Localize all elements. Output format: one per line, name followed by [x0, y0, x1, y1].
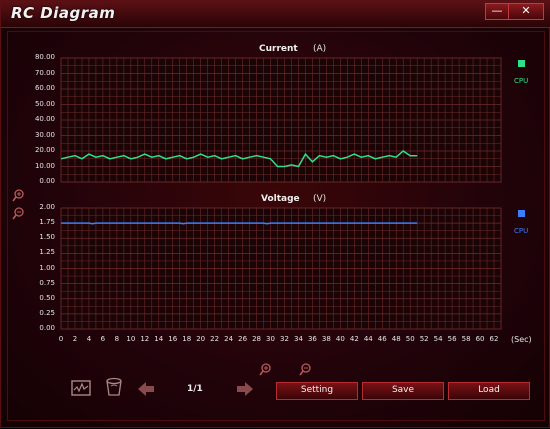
voltage-y-tick-label: 1.00: [39, 263, 55, 272]
x-tick-label: 6: [100, 335, 106, 343]
x-tick-label: 4: [86, 335, 92, 343]
x-tick-label: 12: [140, 335, 150, 343]
x-tick-label: 46: [377, 335, 387, 343]
current-y-tick-label: 80.00: [34, 53, 55, 61]
x-tick-label: 16: [168, 335, 178, 343]
x-tick-label: 30: [266, 335, 275, 343]
rc-diagram-window: RC Diagram — ✕ Current (A) CPU Voltage (…: [0, 0, 550, 428]
voltage-chart-title: Voltage: [261, 194, 300, 204]
current-chart-unit: (A): [313, 44, 327, 54]
x-tick-label: 58: [461, 335, 471, 343]
trash-icon[interactable]: [105, 377, 123, 401]
voltage-y-tick-label: 0.00: [39, 324, 55, 332]
x-tick-label: 26: [238, 335, 248, 343]
voltage-legend-label: CPU: [514, 227, 529, 235]
voltage-legend-swatch: [518, 210, 525, 217]
x-tick-label: 42: [349, 335, 359, 343]
x-tick-label: 50: [405, 335, 415, 343]
x-tick-label: 32: [280, 335, 289, 343]
current-y-tick-label: 70.00: [34, 68, 55, 77]
chart-icon[interactable]: [71, 379, 91, 401]
x-tick-label: 52: [419, 335, 429, 343]
current-legend-swatch: [518, 60, 525, 67]
current-y-tick-label: 30.00: [34, 130, 55, 139]
next-arrow-icon[interactable]: [236, 381, 254, 401]
current-y-tick-label: 40.00: [34, 115, 55, 123]
x-axis-unit: (Sec): [511, 335, 532, 344]
current-y-tick-label: 0.00: [39, 177, 55, 185]
current-y-tick-label: 50.00: [34, 99, 55, 108]
voltage-y-tick-label: 0.50: [39, 293, 55, 302]
x-tick-label: 38: [321, 335, 331, 343]
x-tick-label: 56: [447, 335, 457, 343]
zoom-in-icon[interactable]: [12, 187, 25, 206]
voltage-y-tick-label: 1.25: [39, 248, 55, 257]
page-indicator: 1/1: [187, 384, 203, 394]
x-tick-label: 34: [293, 335, 303, 343]
x-tick-label: 36: [307, 335, 317, 343]
x-zoom-out-icon[interactable]: [299, 361, 312, 380]
x-tick-label: 20: [196, 335, 206, 343]
save-button[interactable]: Save: [362, 382, 444, 400]
current-y-tick-label: 10.00: [34, 161, 55, 170]
x-tick-label: 44: [363, 335, 373, 343]
charts-canvas: [60, 57, 502, 330]
x-tick-label: 2: [72, 335, 78, 343]
x-tick-label: 14: [154, 335, 164, 343]
voltage-chart-unit: (V): [313, 194, 327, 204]
x-tick-label: 60: [475, 335, 485, 343]
current-legend-label: CPU: [514, 77, 529, 85]
voltage-y-tick-label: 1.75: [39, 218, 55, 227]
current-y-tick-label: 60.00: [34, 84, 55, 92]
x-tick-label: 54: [433, 335, 443, 343]
x-tick-label: 28: [252, 335, 261, 343]
voltage-y-tick-label: 0.75: [39, 278, 55, 287]
voltage-y-tick-label: 1.50: [39, 233, 55, 242]
x-tick-label: 48: [391, 335, 401, 343]
x-tick-label: 22: [210, 335, 220, 343]
current-y-tick-label: 20.00: [34, 146, 55, 154]
setting-button[interactable]: Setting: [276, 382, 358, 400]
x-tick-label: 10: [126, 335, 136, 343]
voltage-y-tick-label: 2.00: [39, 203, 55, 211]
current-chart-title: Current: [259, 44, 298, 54]
x-tick-label: 8: [114, 335, 120, 343]
zoom-out-icon[interactable]: [12, 205, 25, 224]
x-zoom-in-icon[interactable]: [259, 361, 272, 380]
load-button[interactable]: Load: [448, 382, 530, 400]
x-tick-label: 0: [58, 335, 64, 343]
x-tick-label: 18: [182, 335, 192, 343]
x-tick-label: 24: [224, 335, 234, 343]
voltage-series-line: [61, 222, 418, 225]
x-tick-label: 62: [489, 335, 499, 343]
voltage-y-tick-label: 0.25: [39, 308, 55, 317]
x-tick-label: 40: [335, 335, 345, 343]
prev-arrow-icon[interactable]: [137, 381, 155, 401]
